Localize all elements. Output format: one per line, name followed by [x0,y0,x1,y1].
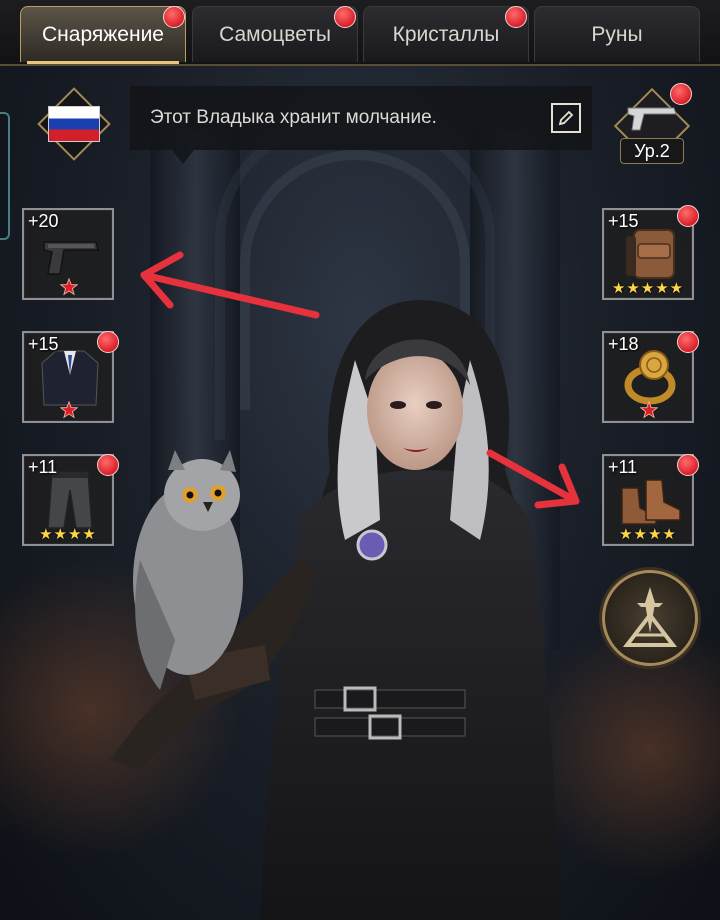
russia-flag-icon [48,106,100,142]
flag-badge[interactable] [36,86,112,162]
tab-gems-notification-dot [334,6,356,28]
annotation-arrow-right [486,449,580,509]
slot-backpack-notification-dot [677,205,699,227]
slot-legs-notification-dot [97,454,119,476]
red-star-rank-icon [60,401,78,419]
slot-stars: ★★★★ [39,525,97,543]
dagger-emblem-icon [622,587,678,647]
slot-boots-notification-dot [677,454,699,476]
tab-gems-label: Самоцветы [219,22,331,46]
red-star-rank-icon [640,401,658,419]
red-star-rank-icon [60,278,78,296]
slot-body-notification-dot [97,331,119,353]
side-panel-handle[interactable] [0,112,10,240]
slot-level: +11 [608,457,638,477]
equipment-slot-weapon[interactable]: +20 [22,208,114,300]
slot-level: +20 [28,211,59,231]
tab-gems[interactable]: Самоцветы [192,6,358,62]
slot-stars: ★★★★★ [611,279,685,297]
tab-bar: Снаряжение Самоцветы Кристаллы Руны [0,0,720,66]
pistol-icon [627,107,677,131]
tab-runes-label: Руны [591,22,643,46]
tab-runes[interactable]: Руны [534,6,700,62]
slot-level: +15 [608,211,639,231]
tab-equipment-label: Снаряжение [42,22,164,46]
slot-level: +15 [28,334,59,354]
emblem-button[interactable] [602,570,698,666]
tab-crystals-label: Кристаллы [392,22,500,46]
profile-message-text: Этот Владыка хранит молчание. [150,107,437,128]
profile-message-box: Этот Владыка хранит молчание. [130,86,592,150]
tab-equipment-notification-dot [163,6,185,28]
tab-crystals-notification-dot [505,6,527,28]
slot-level: +11 [28,457,58,477]
slot-level: +18 [608,334,639,354]
weapon-level-label: Ур.2 [620,138,684,164]
weapon-level-notification-dot [670,83,692,105]
message-tail [172,150,194,164]
edit-message-button[interactable] [551,103,581,133]
annotation-arrow-left [140,251,320,319]
tab-crystals[interactable]: Кристаллы [363,6,529,62]
pencil-icon [558,110,574,126]
slot-ring-notification-dot [677,331,699,353]
slot-stars: ★★★★ [619,525,677,543]
tab-equipment[interactable]: Снаряжение [20,6,186,64]
